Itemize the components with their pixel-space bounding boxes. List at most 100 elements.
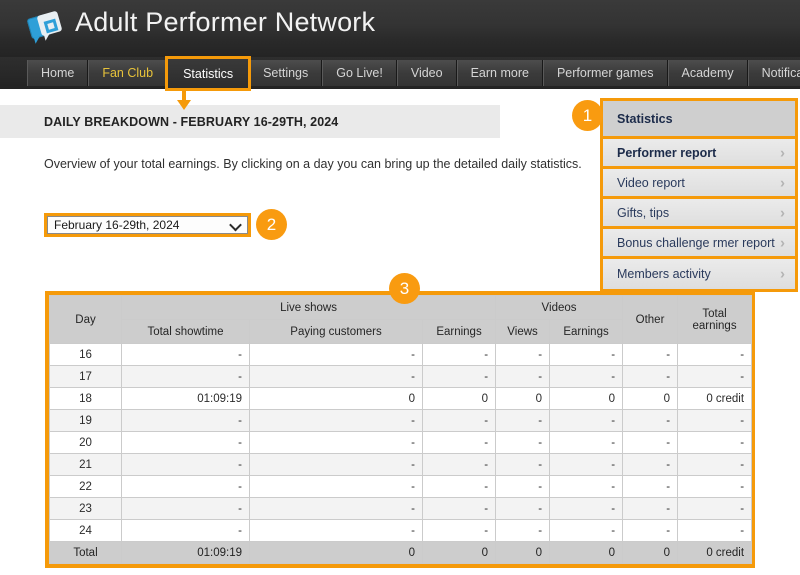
table-row[interactable]: 20------- (50, 432, 752, 454)
col-header-views: Views (496, 320, 550, 344)
cell-views: 0 (496, 542, 550, 564)
col-header-day: Day (50, 296, 122, 344)
cell-live-earnings: - (423, 366, 496, 388)
chevron-right-icon: › (780, 267, 785, 282)
nav-tab-fan-club[interactable]: Fan Club (88, 60, 167, 86)
nav-tab-statistics[interactable]: Statistics (167, 58, 249, 89)
period-select[interactable]: February 16-29th, 2024 (44, 213, 251, 237)
annotation-badge-3: 3 (389, 273, 420, 304)
cell-live-earnings: - (423, 520, 496, 542)
table-row[interactable]: 24------- (50, 520, 752, 542)
chevron-right-icon: › (780, 175, 785, 190)
cell-video-earnings: - (550, 476, 623, 498)
sidebar-header: Statistics (603, 101, 795, 139)
nav-tab-video[interactable]: Video (397, 60, 457, 86)
sidebar-item-performer-report[interactable]: Performer report › (603, 139, 795, 169)
cell-paying-customers: - (250, 410, 423, 432)
cell-views: - (496, 498, 550, 520)
cell-total-earnings: - (678, 520, 752, 542)
col-group-videos: Videos (496, 296, 623, 320)
nav-tab-earn-more[interactable]: Earn more (457, 60, 543, 86)
col-group-live-shows: Live shows (122, 296, 496, 320)
daily-breakdown-table-wrapper: Day Live shows Videos Other Total earnin… (45, 291, 755, 568)
col-header-total-showtime: Total showtime (122, 320, 250, 344)
cell-total-earnings: - (678, 476, 752, 498)
cell-total-earnings: - (678, 498, 752, 520)
cell-paying-customers: - (250, 520, 423, 542)
cell-live-earnings: - (423, 344, 496, 366)
nav-tab-home[interactable]: Home (27, 60, 88, 86)
cell-day: 22 (50, 476, 122, 498)
cell-day: 24 (50, 520, 122, 542)
table-row[interactable]: 22------- (50, 476, 752, 498)
nav-tab-notifications[interactable]: Notifications (748, 60, 800, 86)
cell-day: Total (50, 542, 122, 564)
cell-day: 20 (50, 432, 122, 454)
daily-breakdown-table: Day Live shows Videos Other Total earnin… (49, 295, 752, 564)
cell-live-earnings: 0 (423, 542, 496, 564)
cell-video-earnings: - (550, 498, 623, 520)
nav-tab-go-live[interactable]: Go Live! (322, 60, 397, 86)
page-title: DAILY BREAKDOWN - FEBRUARY 16-29TH, 2024 (44, 115, 338, 129)
col-header-video-earnings: Earnings (550, 320, 623, 344)
cell-views: - (496, 344, 550, 366)
cell-total-earnings: - (678, 366, 752, 388)
chevron-right-icon: › (780, 145, 785, 160)
period-select-value[interactable]: February 16-29th, 2024 (47, 216, 248, 234)
sidebar-item-gifts-tips[interactable]: Gifts, tips › (603, 199, 795, 229)
cell-video-earnings: - (550, 520, 623, 542)
cell-views: - (496, 520, 550, 542)
cell-day: 16 (50, 344, 122, 366)
cell-views: - (496, 454, 550, 476)
annotation-badge-2: 2 (256, 209, 287, 240)
table-row[interactable]: 1801:09:19000000 credit (50, 388, 752, 410)
cell-other: 0 (623, 542, 678, 564)
cell-paying-customers: 0 (250, 542, 423, 564)
cell-paying-customers: - (250, 498, 423, 520)
main-navigation: Home Fan Club Statistics Settings Go Liv… (0, 57, 800, 89)
cell-total-earnings: - (678, 432, 752, 454)
cell-total-showtime: - (122, 432, 250, 454)
col-header-paying-customers: Paying customers (250, 320, 423, 344)
cell-live-earnings: - (423, 432, 496, 454)
cell-video-earnings: 0 (550, 388, 623, 410)
annotation-arrow-down-icon (180, 90, 188, 108)
sidebar-item-label: Bonus challenge rmer report (617, 236, 775, 250)
cell-other: - (623, 476, 678, 498)
cell-views: - (496, 410, 550, 432)
cell-paying-customers: - (250, 454, 423, 476)
cell-other: - (623, 432, 678, 454)
table-total-row: Total01:09:19000000 credit (50, 542, 752, 564)
table-row[interactable]: 17------- (50, 366, 752, 388)
table-row[interactable]: 19------- (50, 410, 752, 432)
cell-total-showtime: - (122, 476, 250, 498)
page-heading-bar: DAILY BREAKDOWN - FEBRUARY 16-29TH, 2024 (0, 105, 500, 138)
cell-video-earnings: - (550, 366, 623, 388)
table-row[interactable]: 21------- (50, 454, 752, 476)
cell-other: - (623, 366, 678, 388)
sidebar-item-bonus-challenge-report[interactable]: Bonus challenge rmer report › (603, 229, 795, 259)
page-root: Adult Performer Network Home Fan Club St… (0, 0, 800, 575)
table-row[interactable]: 23------- (50, 498, 752, 520)
nav-tab-performer-games[interactable]: Performer games (543, 60, 668, 86)
cell-total-earnings: - (678, 454, 752, 476)
cell-day: 17 (50, 366, 122, 388)
nav-tab-academy[interactable]: Academy (668, 60, 748, 86)
table-row[interactable]: 16------- (50, 344, 752, 366)
sidebar-item-video-report[interactable]: Video report › (603, 169, 795, 199)
nav-tab-settings[interactable]: Settings (249, 60, 322, 86)
cell-total-showtime: 01:09:19 (122, 388, 250, 410)
cell-total-showtime: - (122, 520, 250, 542)
site-header: Adult Performer Network (0, 0, 800, 57)
cell-total-showtime: - (122, 366, 250, 388)
cell-paying-customers: - (250, 344, 423, 366)
cell-live-earnings: - (423, 476, 496, 498)
cell-total-earnings: 0 credit (678, 388, 752, 410)
cell-other: - (623, 344, 678, 366)
cell-video-earnings: 0 (550, 542, 623, 564)
sidebar-item-members-activity[interactable]: Members activity › (603, 259, 795, 289)
annotation-badge-1: 1 (572, 100, 603, 131)
cell-total-showtime: - (122, 454, 250, 476)
cell-day: 21 (50, 454, 122, 476)
sidebar-item-label: Performer report (617, 146, 716, 160)
